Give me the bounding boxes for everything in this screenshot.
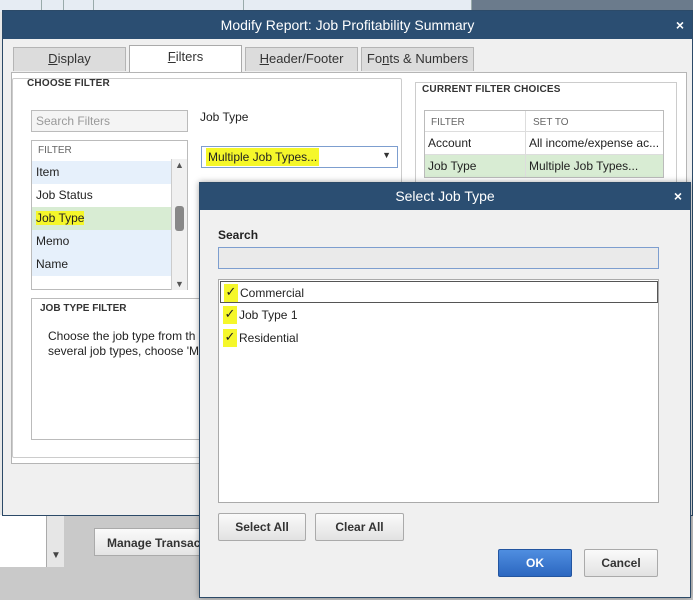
row-set-to: All income/expense ac... — [529, 136, 660, 150]
dialog-title: Modify Report: Job Profitability Summary — [220, 17, 475, 33]
clear-all-button[interactable]: Clear All — [315, 513, 404, 541]
chevron-down-icon[interactable]: ▼ — [382, 150, 391, 160]
current-filter-table: FILTER SET TO Account All income/expense… — [424, 110, 664, 178]
column-divider — [525, 111, 526, 131]
current-filter-header: FILTER SET TO — [425, 111, 663, 131]
select-job-type-dialog: Select Job Type × Search ✓ Commercial ✓ … — [199, 182, 691, 598]
filter-list-scrollbar[interactable]: ▲ ▼ — [171, 159, 187, 290]
current-filter-title: CURRENT FILTER CHOICES — [422, 84, 561, 95]
select-dialog-title: Select Job Type — [395, 188, 495, 204]
manage-transactions-button[interactable]: Manage Transactions — [94, 528, 209, 556]
help-line-2: several job types, choose 'M — [48, 344, 200, 358]
tab-filters[interactable]: Filters — [129, 45, 242, 72]
job-type-filter-text: Choose the job type from th several job … — [48, 329, 213, 359]
list-item-label: Job Type 1 — [239, 308, 298, 322]
ok-button[interactable]: OK — [498, 549, 572, 577]
job-type-filter-help: JOB TYPE FILTER Choose the job type from… — [31, 298, 211, 440]
job-type-select[interactable]: Multiple Job Types... ▼ — [201, 146, 398, 168]
background-scrollbar[interactable]: ▼ — [46, 515, 64, 567]
filter-item-job-type-label: Job Type — [36, 211, 85, 225]
table-row[interactable]: Account All income/expense ac... — [425, 131, 663, 154]
filter-list: FILTER Item Job Status Job Type Memo Nam… — [31, 140, 188, 290]
filter-item-item[interactable]: Item — [32, 161, 172, 184]
choose-filter-title: CHOOSE FILTER — [27, 78, 110, 89]
row-filter: Job Type — [428, 159, 477, 173]
col-set-to: SET TO — [533, 117, 569, 128]
search-label: Search — [218, 228, 259, 242]
filter-item-job-status[interactable]: Job Status — [32, 184, 172, 207]
select-all-button[interactable]: Select All — [218, 513, 306, 541]
check-icon[interactable]: ✓ — [224, 284, 238, 302]
job-type-list: ✓ Commercial ✓ Job Type 1 ✓ Residential — [218, 279, 659, 503]
row-filter: Account — [428, 136, 472, 150]
column-divider — [525, 155, 526, 177]
tab-fonts-numbers[interactable]: Fonts & Numbers — [361, 47, 474, 71]
scroll-down-icon[interactable]: ▼ — [175, 279, 184, 289]
job-type-filter-title: JOB TYPE FILTER — [40, 303, 127, 314]
row-set-to: Multiple Job Types... — [529, 159, 639, 173]
list-item-commercial[interactable]: ✓ Commercial — [220, 281, 658, 303]
scroll-thumb[interactable] — [175, 206, 184, 231]
list-item-label: Commercial — [240, 286, 305, 300]
filter-item-job-type[interactable]: Job Type — [32, 207, 172, 230]
column-divider — [525, 132, 526, 154]
close-icon[interactable]: × — [676, 11, 684, 39]
col-filter: FILTER — [431, 117, 465, 128]
list-item-label: Residential — [239, 331, 299, 345]
list-item-residential[interactable]: ✓ Residential — [220, 327, 658, 349]
filter-item-memo[interactable]: Memo — [32, 230, 172, 253]
modify-report-titlebar: Modify Report: Job Profitability Summary… — [3, 11, 692, 39]
select-job-type-titlebar: Select Job Type × — [200, 183, 690, 210]
check-icon[interactable]: ✓ — [223, 329, 237, 347]
scroll-up-icon[interactable]: ▲ — [175, 160, 184, 170]
cancel-button[interactable]: Cancel — [584, 549, 658, 577]
list-item-job-type-1[interactable]: ✓ Job Type 1 — [220, 304, 658, 326]
tab-display[interactable]: Display — [13, 47, 126, 71]
scroll-down-icon[interactable]: ▼ — [51, 550, 61, 561]
job-type-search-input[interactable] — [218, 247, 659, 269]
table-row[interactable]: Job Type Multiple Job Types... — [425, 154, 663, 177]
filter-item-name[interactable]: Name — [32, 253, 172, 276]
check-icon[interactable]: ✓ — [223, 306, 237, 324]
job-type-field-label: Job Type — [200, 110, 249, 124]
filter-list-header: FILTER — [32, 141, 187, 159]
tab-header-footer[interactable]: Header/Footer — [245, 47, 358, 71]
job-type-select-value: Multiple Job Types... — [206, 148, 320, 166]
help-line-1: Choose the job type from th — [48, 329, 196, 343]
search-filters-input[interactable]: Search Filters — [31, 110, 188, 132]
close-icon[interactable]: × — [674, 183, 682, 210]
